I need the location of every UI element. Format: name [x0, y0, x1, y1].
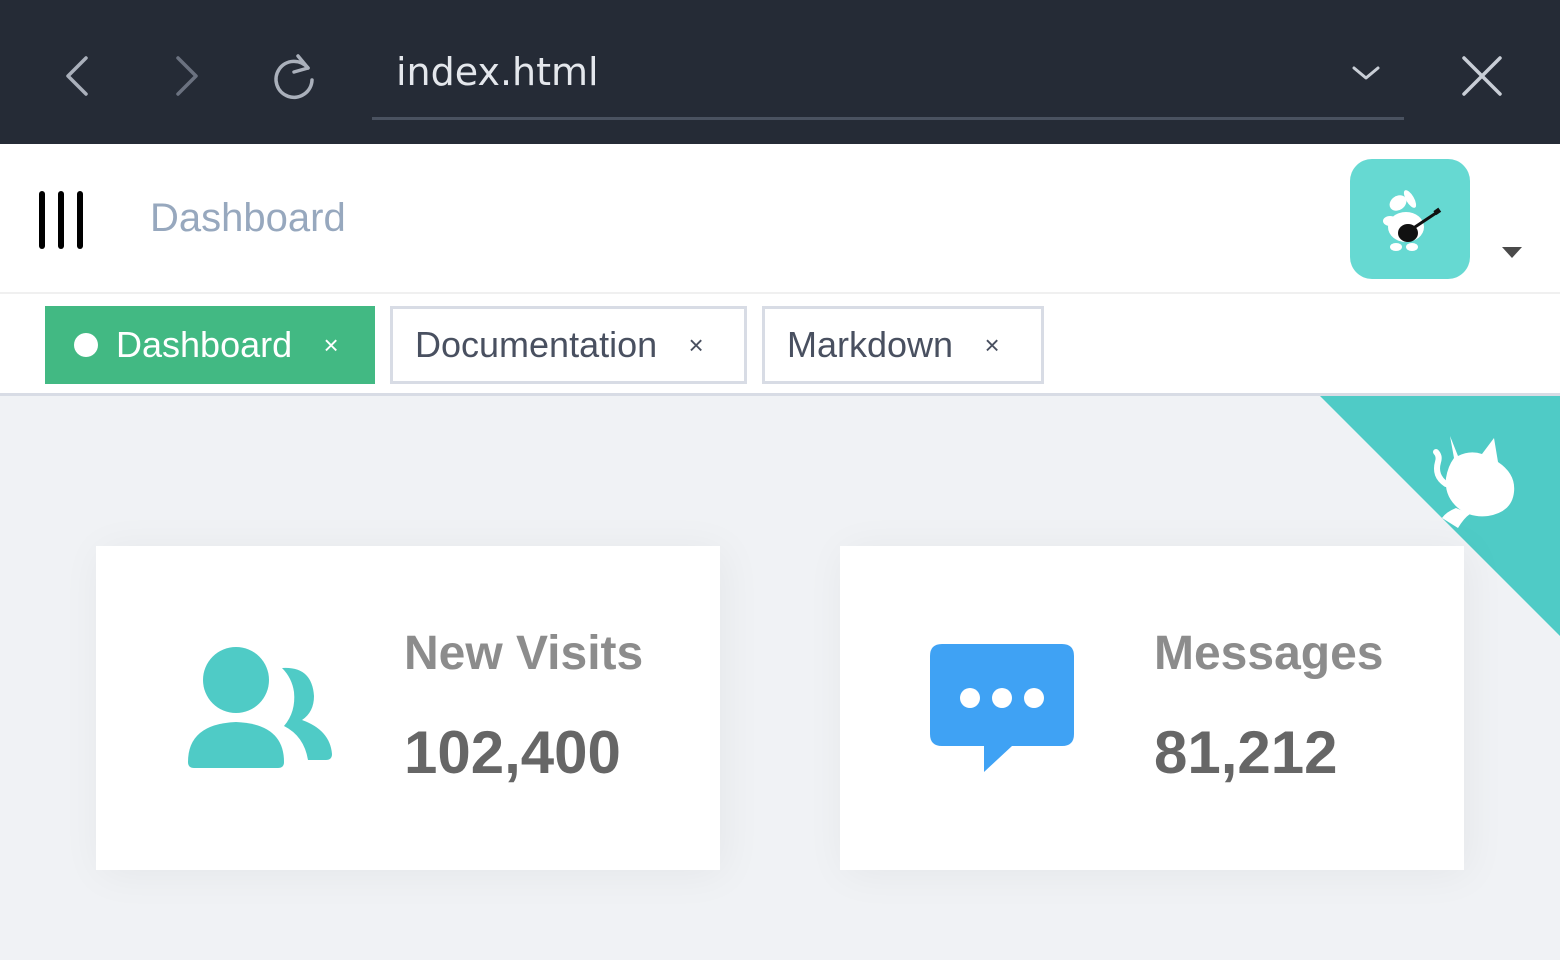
tag-label: Documentation [415, 324, 658, 365]
card-label: New Visits [404, 627, 644, 680]
address-bar[interactable]: index.html [372, 40, 1404, 120]
reload-button[interactable] [264, 46, 324, 106]
tag-label: Dashboard [116, 324, 293, 365]
tag-close-icon[interactable]: × [318, 332, 344, 358]
browser-toolbar: index.html [0, 0, 1560, 144]
card-value: 102,400 [404, 719, 621, 786]
app-header: Dashboard [0, 144, 1560, 294]
chevron-left-icon [66, 56, 88, 96]
tag-label: Markdown [787, 324, 954, 365]
chevron-down-icon[interactable] [1346, 58, 1386, 88]
tag-close-icon[interactable]: × [683, 332, 709, 358]
forward-button[interactable] [156, 46, 216, 106]
caret-down-icon[interactable] [1500, 244, 1524, 260]
rabbit-guitar-icon [1383, 190, 1442, 251]
tags-view: Dashboard × Documentation × Markdown × [0, 294, 1560, 396]
close-icon[interactable] [1452, 46, 1512, 106]
tag-markdown[interactable]: Markdown × [762, 306, 1044, 384]
reload-icon [274, 54, 314, 100]
address-text: index.html [396, 50, 599, 94]
tag-documentation[interactable]: Documentation × [390, 306, 747, 384]
card-value: 81,212 [1154, 719, 1338, 786]
card-new-visits[interactable]: New Visits 102,400 [96, 546, 720, 870]
avatar[interactable] [1350, 159, 1470, 279]
tag-dashboard[interactable]: Dashboard × [45, 306, 375, 384]
breadcrumb-title: Dashboard [150, 196, 346, 240]
dashboard-content: New Visits 102,400 Messages 81,212 [0, 396, 1560, 960]
tag-close-icon[interactable]: × [979, 332, 1005, 358]
active-dot-icon [74, 333, 98, 357]
hamburger-icon[interactable] [36, 189, 86, 251]
message-icon [930, 644, 1074, 772]
card-messages[interactable]: Messages 81,212 [840, 546, 1464, 870]
back-button[interactable] [48, 46, 108, 106]
peoples-icon [188, 647, 332, 768]
chevron-right-icon [176, 56, 198, 96]
card-label: Messages [1154, 627, 1384, 680]
